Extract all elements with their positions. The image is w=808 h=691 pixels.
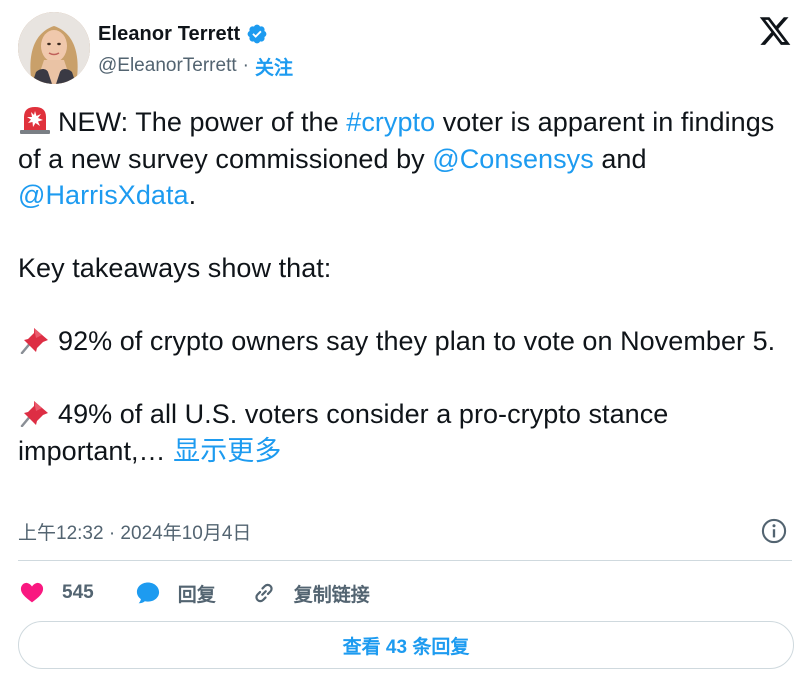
tweet-card: Eleanor Terrett @EleanorTerrett · 关注 NEW… (0, 0, 808, 691)
mention-link-consensys[interactable]: @Consensys (432, 144, 593, 174)
x-logo-icon[interactable] (758, 14, 792, 48)
author-info: Eleanor Terrett @EleanorTerrett · 关注 (98, 22, 293, 80)
reply-bubble-icon (136, 582, 159, 604)
pushpin-emoji-icon (20, 401, 48, 427)
copy-link-label: 复制链接 (293, 584, 370, 606)
mention-link-harrisxdata[interactable]: @HarrisXdata (18, 180, 189, 210)
tweet-text-segment: . (188, 180, 197, 210)
timestamp[interactable]: 上午12:32 · 2024年10月4日 (18, 518, 251, 545)
view-replies-button[interactable]: 查看 43 条回复 (18, 621, 794, 669)
follow-button[interactable]: 关注 (255, 53, 293, 80)
tweet-header: Eleanor Terrett @EleanorTerrett · 关注 (18, 12, 796, 86)
tweet-text-segment: 49% of all U.S. voters consider a pro-cr… (18, 399, 669, 466)
tweet-meta: 上午12:32 · 2024年10月4日 (18, 517, 792, 545)
divider (18, 560, 792, 561)
tweet-text: NEW: The power of the #crypto voter is a… (18, 104, 788, 469)
avatar[interactable] (18, 12, 90, 84)
display-name[interactable]: Eleanor Terrett (98, 23, 240, 46)
tweet-paragraph-1: NEW: The power of the #crypto voter is a… (18, 104, 788, 214)
tweet-paragraph-2: Key takeaways show that: (18, 253, 332, 283)
show-more-link[interactable]: 显示更多 (173, 436, 281, 466)
action-bar: 545 回复 复制链接 (18, 573, 792, 613)
tweet-paragraph-3: 92% of crypto owners say they plan to vo… (18, 323, 788, 360)
link-icon (255, 583, 273, 603)
separator-dot: · (242, 55, 249, 76)
name-row: Eleanor Terrett (98, 22, 293, 46)
pushpin-emoji-icon (20, 328, 48, 354)
tweet-text-segment: and (593, 143, 647, 174)
tweet-paragraph-4: 49% of all U.S. voters consider a pro-cr… (18, 396, 788, 469)
info-icon[interactable] (760, 517, 788, 545)
copy-link-button[interactable]: 复制链接 (250, 579, 370, 607)
handle-row: @EleanorTerrett · 关注 (98, 53, 293, 80)
hashtag-link[interactable]: #crypto (346, 107, 435, 137)
reply-button[interactable]: 回复 (134, 579, 250, 607)
heart-icon (20, 582, 44, 603)
tweet-text-segment: NEW: The power of the (58, 107, 347, 137)
siren-emoji-icon (20, 107, 50, 134)
reply-label: 回复 (177, 584, 216, 606)
like-count: 545 (62, 582, 94, 603)
author-handle[interactable]: @EleanorTerrett (98, 55, 237, 77)
verified-badge-icon (247, 24, 267, 44)
tweet-text-segment: 92% of crypto owners say they plan to vo… (58, 326, 776, 356)
like-button[interactable]: 545 (18, 579, 134, 607)
